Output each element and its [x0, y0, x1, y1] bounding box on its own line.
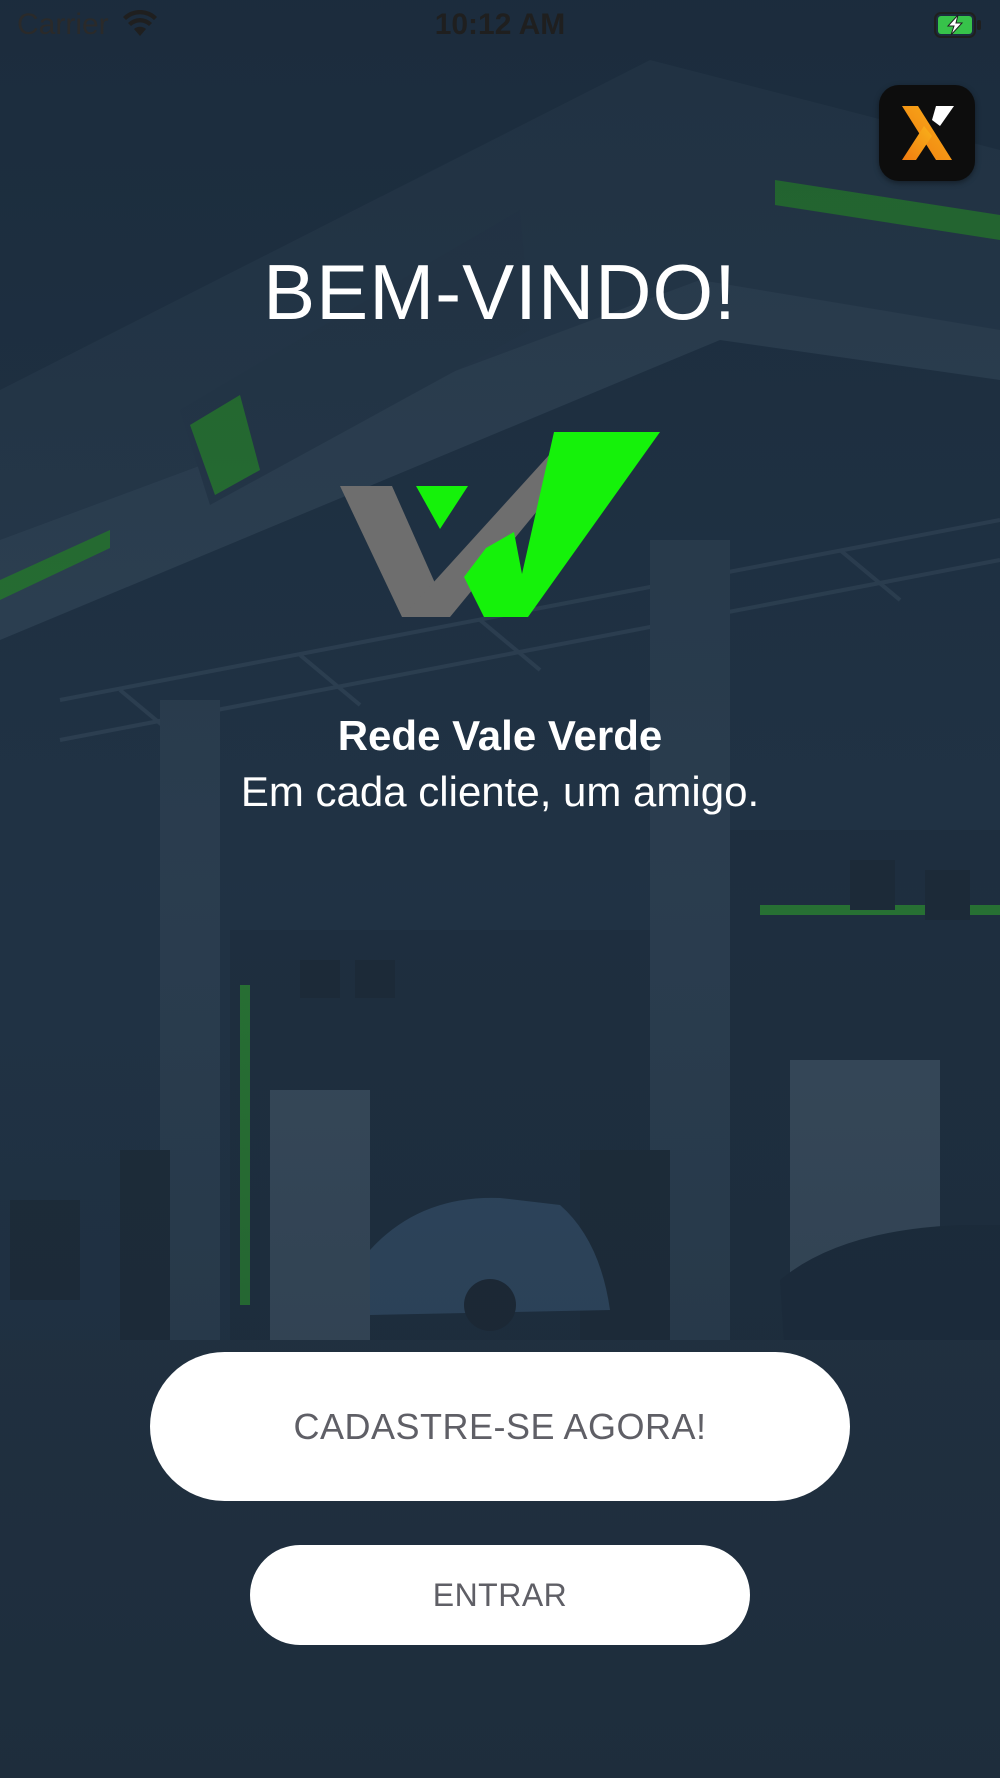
x-logo-icon[interactable]	[879, 85, 975, 181]
brand-name: Rede Vale Verde	[337, 712, 663, 759]
brand-tagline: Em cada cliente, um amigo.	[240, 768, 760, 815]
signup-button[interactable]: CADASTRE-SE AGORA!	[150, 1352, 850, 1501]
vale-verde-logo-icon	[340, 432, 660, 622]
welcome-title: BEM-VINDO!	[263, 248, 737, 336]
status-time: 10:12 AM	[434, 8, 566, 41]
welcome-screen: Carrier 10:12 AM BEM-VINDO! Rede Vale Ve…	[0, 0, 1000, 1778]
battery-charging-icon	[934, 12, 982, 43]
login-button[interactable]: ENTRAR	[250, 1545, 750, 1645]
status-bar: Carrier 10:12 AM	[0, 0, 1000, 50]
